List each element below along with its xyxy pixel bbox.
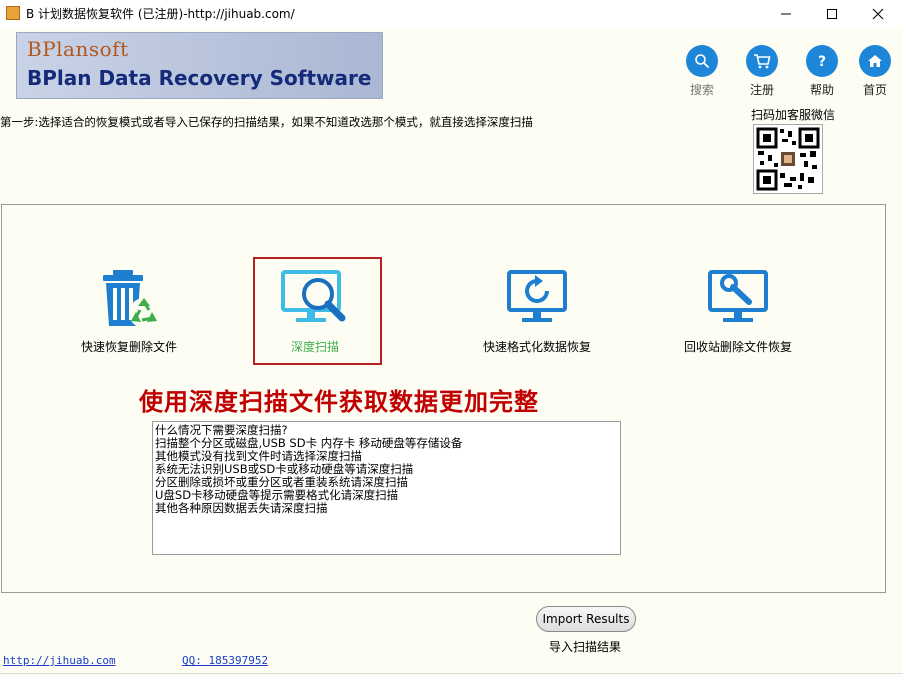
mode-format-recovery-label: 快速格式化数据恢复 [482,340,591,354]
mode-recycle-bin[interactable]: 回收站删除文件恢复 [663,268,813,355]
search-icon [686,45,718,77]
description-textarea[interactable]: 什么情况下需要深度扫描? 扫描整个分区或磁盘,USB SD卡 内存卡 移动硬盘等… [152,421,621,555]
qq-link[interactable]: QQ: 185397952 [182,654,268,667]
brand-main-text: BPlan Data Recovery Software [27,66,372,90]
mode-quick-delete[interactable]: 快速恢复删除文件 [54,268,204,355]
cart-icon [746,45,778,77]
trash-recycle-icon [54,268,204,338]
svg-text:?: ? [818,54,826,69]
nav-register-label: 注册 [749,83,774,97]
brand-small-text: BPlansoft [27,37,129,61]
help-icon: ? [806,45,838,77]
minimize-icon [781,13,791,14]
mode-deep-scan-label: 深度扫描 [290,340,339,354]
nav-help-label: 帮助 [809,83,834,97]
import-results-button[interactable]: Import Results [536,606,636,632]
import-results-label: 导入扫描结果 [549,640,622,654]
brand-banner: BPlansoft BPlan Data Recovery Software [16,32,383,99]
nav-home-label: 首页 [862,83,887,97]
description-line: 其他各种原因数据丢失请深度扫描 [155,501,328,515]
app-icon [6,6,20,20]
nav-search-button[interactable]: 搜索 [677,45,727,105]
minimize-button[interactable] [763,0,809,27]
title-bar: B 计划数据恢复软件 (已注册)-http://jihuab.com/ [0,0,902,27]
qr-code-icon [753,124,823,194]
main-content: BPlansoft BPlan Data Recovery Software 搜… [0,27,902,677]
maximize-icon [827,8,837,19]
nav-search-label: 搜索 [689,83,714,97]
mode-recycle-bin-label: 回收站删除文件恢复 [683,340,792,354]
window-title: B 计划数据恢复软件 (已注册)-http://jihuab.com/ [26,7,295,21]
bottom-divider [0,673,902,674]
close-icon [872,8,884,19]
website-link[interactable]: http://jihuab.com [3,654,116,667]
qr-label: 扫码加客服微信 [751,108,836,122]
nav-home-button[interactable]: 首页 [850,45,900,105]
maximize-button[interactable] [809,0,855,27]
nav-register-button[interactable]: 注册 [737,45,787,105]
step-instruction: 第一步:选择适合的恢复模式或者导入已保存的扫描结果，如果不知道改选那个模式，就直… [0,115,533,129]
home-icon [859,45,891,77]
mode-format-recovery[interactable]: 快速格式化数据恢复 [462,268,612,355]
mode-deep-scan[interactable]: 深度扫描 [240,268,390,355]
close-button[interactable] [855,0,901,27]
nav-help-button[interactable]: ? 帮助 [797,45,847,105]
monitor-wrench-icon [663,268,813,338]
slogan-text: 使用深度扫描文件获取数据更加完整 [139,387,539,416]
mode-quick-delete-label: 快速恢复删除文件 [80,340,177,354]
recovery-mode-panel: 快速恢复删除文件 深度扫描 快速格式化数据恢复 回收站删除文件恢复 使用深度扫描… [1,204,886,593]
monitor-search-icon [240,268,390,338]
monitor-refresh-icon [462,268,612,338]
